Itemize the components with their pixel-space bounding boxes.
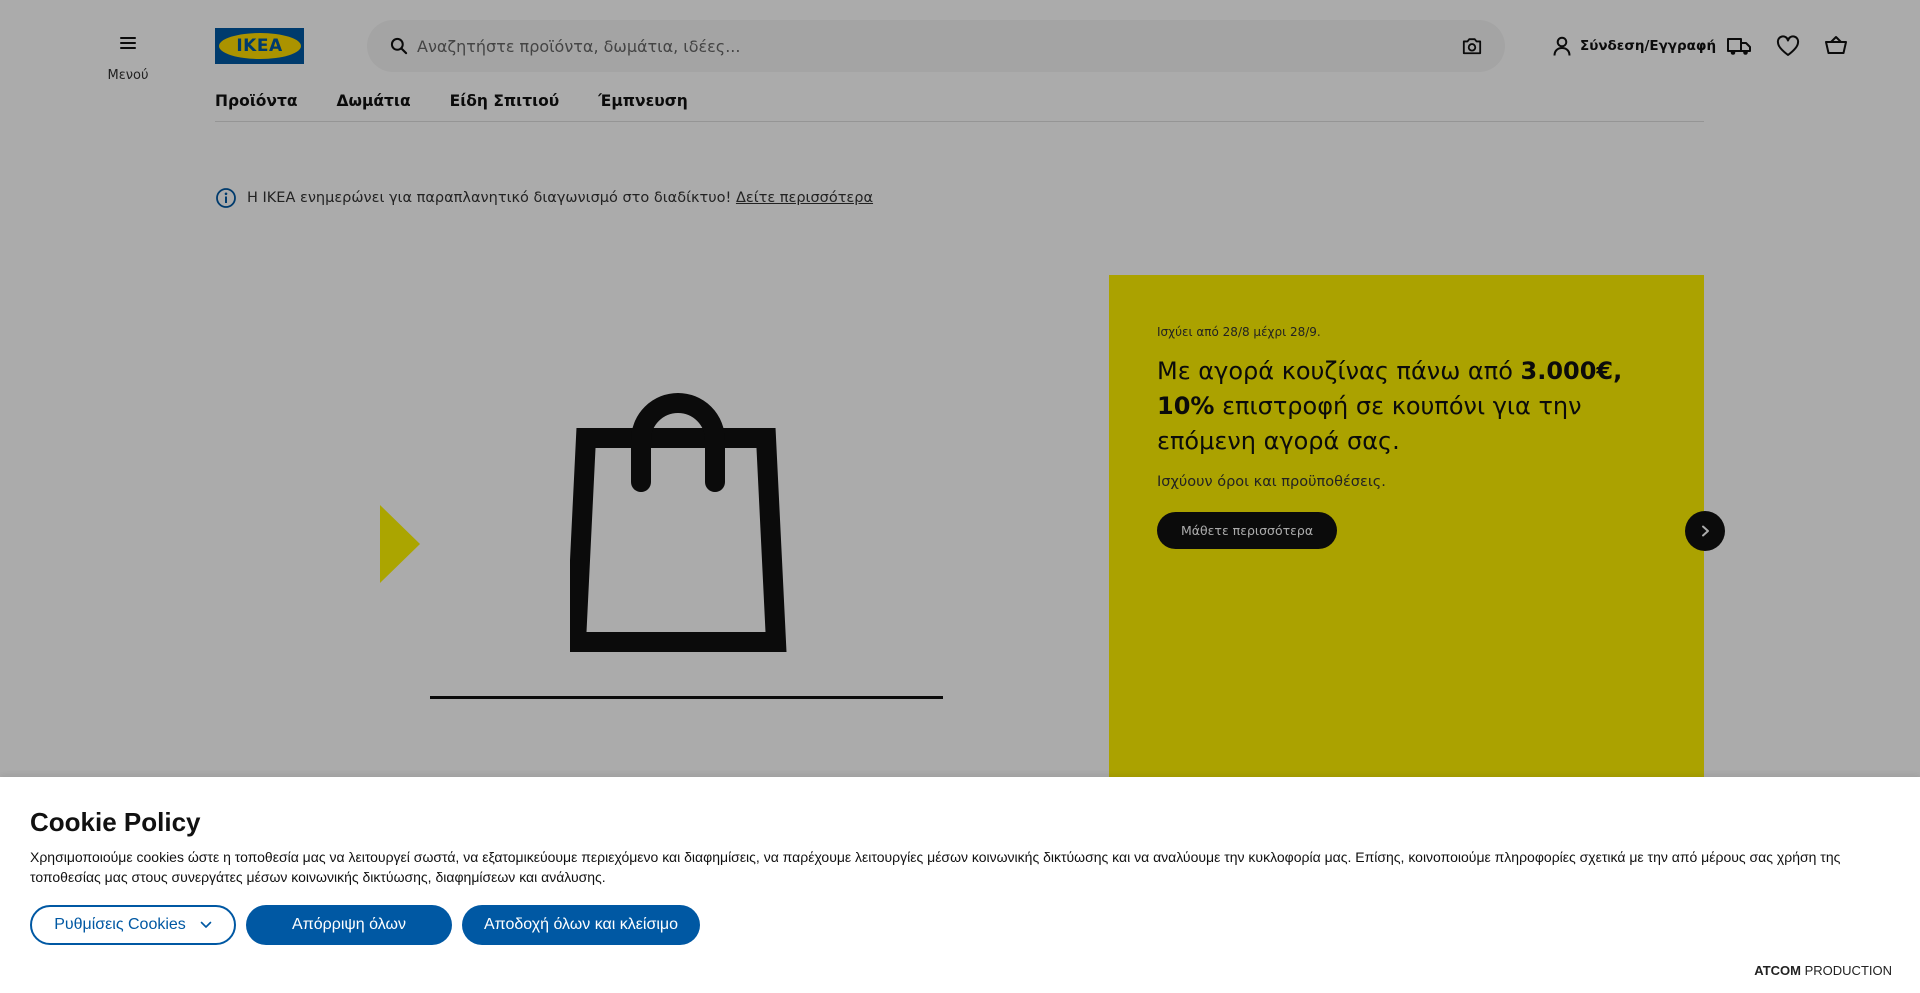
logo-ellipse: IKEA [218,33,301,59]
hamburger-icon [120,37,136,49]
nav-item-rooms[interactable]: Δωμάτια [337,92,411,110]
play-arrow-icon [380,505,420,583]
hero-image[interactable] [380,275,1110,777]
carousel-next-button[interactable] [1685,511,1725,551]
delivery-truck-icon[interactable] [1726,33,1752,59]
notice-text: Η ΙΚΕΑ ενημερώνει για παραπλανητικό διαγ… [247,190,732,206]
favourites-heart-icon[interactable] [1775,33,1801,59]
hero-underline [430,696,943,699]
nav-item-home-goods[interactable]: Είδη Σπιτιού [450,92,560,110]
ikea-logo[interactable]: IKEA [215,28,304,64]
search-icon[interactable] [389,36,409,56]
shopping-bag-icon [570,393,787,652]
info-icon [216,188,236,208]
login-label: Σύνδεση/Εγγραφή [1580,38,1717,54]
nav-item-products[interactable]: Προϊόντα [215,92,298,110]
cookie-banner: Cookie Policy Χρησιμοποιούμε cookies ώστ… [0,777,1920,993]
menu-button[interactable]: Μενού [106,30,150,88]
shopping-basket-icon[interactable] [1823,33,1849,59]
atcom-credit[interactable]: ATCOM PRODUCTION [1754,963,1892,978]
cookie-title: Cookie Policy [30,807,201,837]
accept-all-button[interactable]: Αποδοχή όλων και κλείσιμο [462,905,700,945]
notice-link[interactable]: Δείτε περισσότερα [736,190,873,206]
learn-more-button[interactable]: Μάθετε περισσότερα [1157,512,1338,550]
promo-terms: Ισχύουν όροι και προϋποθέσεις. [1157,474,1386,491]
promo-validity: Ισχύει από 28/8 μέχρι 28/9. [1157,325,1321,339]
chevron-down-icon [200,921,212,928]
cookie-text: Χρησιμοποιούμε cookies ώστε η τοποθεσία … [30,849,1841,885]
chevron-right-icon [1702,525,1709,537]
login-link[interactable]: Σύνδεση/Εγγραφή [1552,32,1716,60]
main-navigation: Προϊόντα Δωμάτια Είδη Σπιτιού Έμπνευση [215,92,688,110]
camera-icon[interactable] [1461,36,1483,56]
user-icon [1553,36,1571,56]
nav-item-inspiration[interactable]: Έμπνευση [598,92,688,110]
cookie-settings-button[interactable]: Ρυθμίσεις Cookies [30,905,236,945]
scam-notice: Η ΙΚΕΑ ενημερώνει για παραπλανητικό διαγ… [215,187,873,209]
reject-all-button[interactable]: Απόρριψη όλων [246,905,452,945]
promo-card: Ισχύει από 28/8 μέχρι 28/9. Με αγορά κου… [1109,275,1704,777]
search-bar[interactable] [367,20,1505,72]
nav-divider [215,121,1704,122]
cookie-settings-label: Ρυθμίσεις Cookies [54,916,186,933]
menu-label: Μενού [107,68,149,83]
logo-text: IKEA [236,36,283,56]
search-input[interactable] [417,32,1417,60]
promo-title: Με αγορά κουζίνας πάνω από 3.000€, 10% ε… [1157,357,1623,455]
